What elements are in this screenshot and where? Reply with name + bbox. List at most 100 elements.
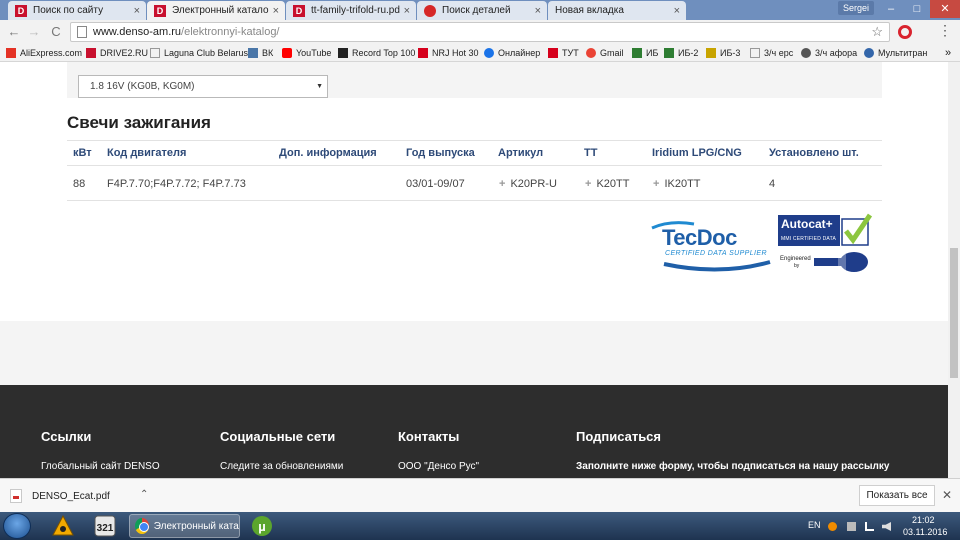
red-circle-icon — [424, 4, 436, 17]
footer-heading-social: Социальные сети — [220, 429, 336, 444]
denso-d-icon: D — [154, 4, 166, 17]
dropdown-arrow-icon: ▼ — [316, 83, 323, 90]
bookmarks-more-button[interactable]: » — [945, 46, 951, 60]
ib-icon — [706, 48, 716, 58]
reload-button[interactable]: C — [48, 24, 64, 40]
pdf-icon: D — [293, 4, 305, 17]
network-icon[interactable] — [865, 522, 874, 531]
media-player-icon[interactable]: 321 — [94, 515, 116, 537]
iridium-link[interactable]: + IK20TT — [653, 178, 701, 190]
page-icon — [750, 48, 760, 58]
tab-new[interactable]: Новая вкладка × — [548, 1, 686, 20]
pdf-file-icon — [10, 489, 22, 503]
tt-link[interactable]: + K20TT — [585, 178, 629, 190]
chrome-taskbar-button[interactable]: Электронный катал... — [129, 514, 240, 538]
maximize-button[interactable]: □ — [904, 0, 930, 18]
cell-years: 03/01-09/07 — [406, 178, 465, 190]
tray-app-icon[interactable] — [828, 522, 837, 531]
autocat-badge: Autocat+ MMI CERTIFIED DATA — [778, 215, 840, 246]
th-kw: кВт — [73, 147, 92, 159]
tray-flag-icon[interactable] — [847, 522, 856, 531]
bookmark-record[interactable]: Record Top 100 — [338, 46, 415, 60]
clock-date[interactable]: 03.11.2016 — [903, 527, 947, 537]
clock-time[interactable]: 21:02 — [912, 515, 935, 525]
menu-icon[interactable]: ⋮ — [938, 22, 952, 39]
bookmark-gmail[interactable]: Gmail — [586, 46, 624, 60]
page-content: 1.8 16V (KG0B, KG0M) ▼ Свечи зажигания к… — [0, 62, 948, 478]
close-shelf-icon[interactable]: ✕ — [942, 488, 952, 502]
archive-app-icon[interactable] — [52, 515, 74, 537]
footer-company-name: ООО "Денсо Рус" — [398, 461, 480, 472]
bookmark-ib2[interactable]: ИБ-2 — [664, 46, 698, 60]
plus-icon: + — [653, 178, 660, 190]
bookmark-tut[interactable]: ТУТ — [548, 46, 579, 60]
footer-heading-links: Ссылки — [41, 429, 92, 444]
bookmark-aliexpress[interactable]: AliExpress.com — [6, 46, 82, 60]
volume-icon[interactable] — [882, 522, 891, 531]
denso-d-icon: D — [15, 4, 27, 17]
bookmarks-bar: AliExpress.com DRIVE2.RU Laguna Club Bel… — [0, 44, 960, 62]
article-link[interactable]: + K20PR-U — [499, 178, 557, 190]
bookmark-vk[interactable]: ВК — [248, 46, 273, 60]
nrj-icon — [418, 48, 428, 58]
th-installed: Установлено шт. — [769, 147, 859, 159]
tab-catalog[interactable]: D Электронный каталог, п × — [147, 1, 285, 20]
multitran-icon — [864, 48, 874, 58]
footer-link-global-site[interactable]: Глобальный сайт DENSO — [41, 461, 160, 472]
scroll-thumb[interactable] — [950, 248, 958, 378]
address-bar[interactable]: www.denso-am.ru /elektronnyi-katalog/ ☆ — [70, 22, 890, 42]
footer-subscribe-text: Заполните ниже форму, чтобы подписаться … — [576, 461, 890, 472]
tab-strip: D Поиск по сайту × D Электронный каталог… — [0, 0, 960, 20]
page-scrollbar[interactable] — [948, 62, 960, 478]
autocat-logo: Autocat+ MMI CERTIFIED DATA Engineered b… — [778, 213, 872, 275]
language-indicator[interactable]: EN — [808, 520, 821, 530]
download-item[interactable]: DENSO_Ecat.pdf — [10, 487, 110, 505]
bookmark-multitran[interactable]: Мультитран — [864, 46, 927, 60]
minimize-button[interactable]: – — [878, 0, 904, 18]
toolbar: ← → C www.denso-am.ru /elektronnyi-katal… — [0, 20, 960, 44]
taskbar: 321 Электронный катал... µ EN 21:02 03.1… — [0, 512, 960, 540]
profile-button[interactable]: Sergei — [837, 1, 874, 15]
table-top-divider — [67, 140, 882, 141]
forward-button[interactable]: → — [26, 24, 42, 40]
elcome-logo-icon — [814, 252, 868, 272]
close-window-button[interactable]: ✕ — [930, 0, 960, 18]
plus-icon: + — [499, 178, 506, 190]
tab-parts-search[interactable]: Поиск деталей × — [417, 1, 547, 20]
bookmark-youtube[interactable]: YouTube — [282, 46, 331, 60]
back-button[interactable]: ← — [6, 24, 22, 40]
close-icon[interactable]: × — [674, 5, 680, 17]
bookmark-drive2[interactable]: DRIVE2.RU — [86, 46, 148, 60]
table-bottom-divider — [67, 200, 882, 201]
cell-kw: 88 — [73, 178, 86, 190]
th-article: Артикул — [498, 147, 544, 159]
start-button[interactable] — [3, 513, 31, 539]
engine-select[interactable]: 1.8 16V (KG0B, KG0M) ▼ — [78, 75, 328, 98]
record-icon — [338, 48, 348, 58]
svg-text:µ: µ — [258, 519, 266, 534]
section-title: Свечи зажигания — [67, 113, 211, 132]
bookmark-laguna[interactable]: Laguna Club Belarus — [150, 46, 248, 60]
aliexpress-icon — [6, 48, 16, 58]
show-all-downloads-button[interactable]: Показать все — [859, 485, 935, 506]
bookmark-ib3[interactable]: ИБ-3 — [706, 46, 740, 60]
close-icon[interactable]: × — [134, 5, 140, 17]
tab-pdf[interactable]: D tt-family-trifold-ru.pdf × — [286, 1, 416, 20]
bookmark-onliner[interactable]: Онлайнер — [484, 46, 540, 60]
opera-extension-icon[interactable] — [898, 25, 912, 39]
footer-heading-contacts: Контакты — [398, 429, 460, 444]
bookmark-nrj[interactable]: NRJ Hot 30 — [418, 46, 479, 60]
grey-band — [0, 321, 948, 385]
download-file-name: DENSO_Ecat.pdf — [32, 490, 110, 502]
url-host: www.denso-am.ru — [93, 26, 182, 38]
bookmark-star-icon[interactable]: ☆ — [871, 24, 883, 40]
bookmark-zch-ers[interactable]: 3/ч ерс — [750, 46, 793, 60]
close-icon[interactable]: × — [404, 5, 410, 17]
utorrent-icon[interactable]: µ — [251, 515, 273, 537]
bookmark-zch-afora[interactable]: 3/ч афора — [801, 46, 857, 60]
close-icon[interactable]: × — [273, 5, 279, 17]
chevron-up-icon[interactable]: ⌃ — [140, 489, 148, 500]
bookmark-ib[interactable]: ИБ — [632, 46, 658, 60]
tab-site-search[interactable]: D Поиск по сайту × — [8, 1, 146, 20]
close-icon[interactable]: × — [535, 5, 541, 17]
